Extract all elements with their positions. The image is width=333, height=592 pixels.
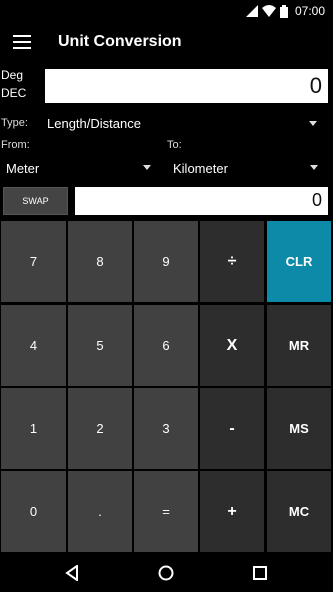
key-9[interactable]: 9 [134, 221, 198, 302]
key-1[interactable]: 1 [1, 388, 66, 469]
to-unit-arrow-icon [310, 165, 318, 170]
key-3[interactable]: 3 [134, 388, 198, 469]
add-key[interactable]: + [200, 471, 264, 552]
key-8[interactable]: 8 [68, 221, 132, 302]
converted-value-field[interactable]: 0 [75, 187, 328, 215]
key-2[interactable]: 2 [68, 388, 132, 469]
multiply-key[interactable]: X [200, 305, 264, 386]
status-time: 07:00 [294, 4, 325, 18]
type-dropdown-value: Length/Distance [47, 116, 141, 131]
to-label: To: [167, 139, 182, 151]
type-dropdown-arrow-icon [309, 121, 317, 126]
back-icon[interactable] [65, 565, 79, 581]
main-value-field[interactable]: 0 [45, 69, 328, 103]
app-title: Unit Conversion [58, 33, 182, 50]
app-bar: Unit Conversion [0, 24, 333, 64]
key-5[interactable]: 5 [68, 305, 132, 386]
subtract-key[interactable]: - [200, 388, 264, 469]
memory-mc-key[interactable]: MC [267, 471, 331, 552]
recents-icon[interactable] [253, 566, 267, 580]
angle-mode-label[interactable]: Deg [1, 68, 23, 82]
from-unit-value: Meter [6, 161, 40, 176]
memory-mr-key[interactable]: MR [267, 305, 331, 386]
key-0[interactable]: 0 [1, 471, 66, 552]
clear-key[interactable]: CLR [267, 221, 331, 302]
equals-key[interactable]: = [134, 471, 198, 552]
status-icons: 07:00 [245, 4, 325, 18]
key-6[interactable]: 6 [134, 305, 198, 386]
swap-button[interactable]: SWAP [3, 187, 68, 215]
from-unit-arrow-icon [143, 165, 151, 170]
home-icon[interactable] [158, 565, 174, 581]
memory-ms-key[interactable]: MS [267, 388, 331, 469]
decimal-key[interactable]: . [68, 471, 132, 552]
from-label: From: [1, 139, 30, 151]
signal-icon [245, 5, 258, 17]
key-4[interactable]: 4 [1, 305, 66, 386]
type-label: Type: [1, 117, 28, 129]
menu-icon[interactable] [13, 35, 31, 49]
to-unit-value: Kilometer [173, 161, 228, 176]
status-bar: 07:00 [0, 0, 333, 24]
keypad: 7 8 9 ÷ CLR 4 5 6 X MR 1 2 3- MS 0. = + MC [0, 220, 333, 553]
navigation-bar [0, 553, 333, 592]
divide-key[interactable]: ÷ [200, 221, 264, 302]
number-base-label[interactable]: DEC [1, 86, 26, 100]
wifi-icon [261, 5, 276, 17]
battery-icon [279, 4, 288, 18]
key-7[interactable]: 7 [1, 221, 66, 302]
